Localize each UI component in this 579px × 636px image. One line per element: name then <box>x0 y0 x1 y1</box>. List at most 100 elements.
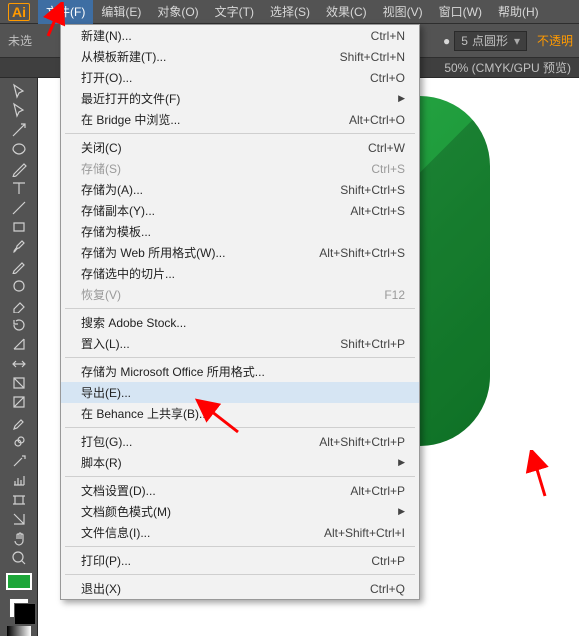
menu-item-shortcut: Alt+Shift+Ctrl+P <box>319 435 405 449</box>
menu-item-label: 新建(N)... <box>81 27 132 44</box>
menu-item-label: 退出(X) <box>81 580 121 597</box>
color-picker[interactable] <box>7 598 31 636</box>
menu-item-存储选中的切片[interactable]: 存储选中的切片... <box>61 263 419 284</box>
tool-artboard[interactable] <box>6 491 32 508</box>
menu-item-label: 存储选中的切片... <box>81 265 175 282</box>
tool-lasso[interactable] <box>6 140 32 157</box>
menu-帮助[interactable]: 帮助(H) <box>490 0 547 24</box>
zoom-status: 50% (CMYK/GPU 预览) <box>436 59 579 76</box>
tool-rotate[interactable] <box>6 316 32 333</box>
menu-item-从模板新建T[interactable]: 从模板新建(T)...Shift+Ctrl+N <box>61 46 419 67</box>
menu-item-shortcut: Ctrl+O <box>370 71 405 85</box>
tool-type[interactable] <box>6 179 32 196</box>
menu-item-label: 文档设置(D)... <box>81 482 156 499</box>
menu-item-存储为模板[interactable]: 存储为模板... <box>61 221 419 242</box>
menu-item-shortcut: Ctrl+P <box>371 554 405 568</box>
submenu-arrow-icon: ▶ <box>398 506 405 517</box>
menu-item-shortcut: Ctrl+N <box>371 29 405 43</box>
menu-item-label: 导出(E)... <box>81 384 131 401</box>
submenu-arrow-icon: ▶ <box>398 93 405 104</box>
menu-item-shortcut: Alt+Ctrl+S <box>350 204 405 218</box>
tool-brush[interactable] <box>6 238 32 255</box>
menu-item-label: 关闭(C) <box>81 139 122 156</box>
annotation-arrow-1 <box>40 2 70 42</box>
selection-label: 未选 <box>0 32 38 49</box>
menu-item-shortcut: Shift+Ctrl+P <box>340 337 405 351</box>
menu-对象[interactable]: 对象(O) <box>149 0 206 24</box>
menu-item-label: 恢复(V) <box>81 286 121 303</box>
menu-item-搜索AdobeStock[interactable]: 搜索 Adobe Stock... <box>61 312 419 333</box>
tool-blend[interactable] <box>6 433 32 450</box>
menu-item-label: 存储为 Microsoft Office 所用格式... <box>81 363 265 380</box>
menu-item-在Bridge中浏览[interactable]: 在 Bridge 中浏览...Alt+Ctrl+O <box>61 109 419 130</box>
annotation-arrow-3 <box>525 450 565 500</box>
tool-magic-wand[interactable] <box>6 121 32 138</box>
stroke-point-label: 点圆形 <box>472 32 508 49</box>
menu-item-存储为Web所用格式W[interactable]: 存储为 Web 所用格式(W)...Alt+Shift+Ctrl+S <box>61 242 419 263</box>
tool-symbol-sprayer[interactable] <box>6 452 32 469</box>
menu-item-label: 文件信息(I)... <box>81 524 150 541</box>
menu-item-文件信息I[interactable]: 文件信息(I)... Alt+Shift+Ctrl+I <box>61 522 419 543</box>
separator <box>65 133 415 134</box>
tool-blob[interactable] <box>6 277 32 294</box>
menu-item-恢复V: 恢复(V) F12 <box>61 284 419 305</box>
menu-效果[interactable]: 效果(C) <box>318 0 375 24</box>
tool-eraser[interactable] <box>6 296 32 313</box>
menu-item-存储为Microsoft[interactable]: 存储为 Microsoft Office 所用格式... <box>61 361 419 382</box>
menu-item-最近打开的文件F[interactable]: 最近打开的文件(F) ▶ <box>61 88 419 109</box>
tool-slice[interactable] <box>6 511 32 528</box>
tool-free-transform[interactable] <box>6 374 32 391</box>
menu-item-shortcut: Alt+Ctrl+O <box>349 113 405 127</box>
menu-item-关闭C[interactable]: 关闭(C)Ctrl+W <box>61 137 419 158</box>
tool-selection[interactable] <box>6 82 32 99</box>
menu-item-文档颜色模式M[interactable]: 文档颜色模式(M) ▶ <box>61 501 419 522</box>
menu-item-shortcut: Alt+Ctrl+P <box>350 484 405 498</box>
menu-item-label: 最近打开的文件(F) <box>81 90 180 107</box>
menu-item-label: 脚本(R) <box>81 454 122 471</box>
menu-视图[interactable]: 视图(V) <box>375 0 431 24</box>
menu-item-label: 存储为 Web 所用格式(W)... <box>81 244 225 261</box>
logo-box: Ai <box>8 3 30 21</box>
menu-item-新建N[interactable]: 新建(N)... Ctrl+N <box>61 25 419 46</box>
chevron-down-icon: ▾ <box>514 34 520 48</box>
menubar: Ai 文件(F)编辑(E)对象(O)文字(T)选择(S)效果(C)视图(V)窗口… <box>0 0 579 24</box>
tool-gradient[interactable] <box>6 394 32 411</box>
separator <box>65 308 415 309</box>
tools-panel <box>0 78 38 636</box>
stroke-point-field[interactable]: 5 点圆形 ▾ <box>454 31 527 51</box>
menu-item-shortcut: F12 <box>384 288 405 302</box>
menu-item-置入L[interactable]: 置入(L)... Shift+Ctrl+P <box>61 333 419 354</box>
tool-direct-select[interactable] <box>6 101 32 118</box>
stroke-point-value: 5 <box>461 34 468 48</box>
menu-item-存储为A[interactable]: 存储为(A)...Shift+Ctrl+S <box>61 179 419 200</box>
opacity-label[interactable]: 不透明 <box>531 32 579 49</box>
menu-item-打开O[interactable]: 打开(O)...Ctrl+O <box>61 67 419 88</box>
file-menu-dropdown: 新建(N)... Ctrl+N 从模板新建(T)...Shift+Ctrl+N打开(… <box>60 24 420 600</box>
menu-item-存储副本Y[interactable]: 存储副本(Y)... Alt+Ctrl+S <box>61 200 419 221</box>
tool-pen[interactable] <box>6 160 32 177</box>
menu-item-shortcut: Shift+Ctrl+N <box>340 50 405 64</box>
menu-选择[interactable]: 选择(S) <box>262 0 318 24</box>
tool-eyedropper[interactable] <box>6 413 32 430</box>
menu-文字[interactable]: 文字(T) <box>207 0 262 24</box>
menu-item-文档设置D[interactable]: 文档设置(D)... Alt+Ctrl+P <box>61 480 419 501</box>
menu-窗口[interactable]: 窗口(W) <box>431 0 490 24</box>
menu-item-label: 文档颜色模式(M) <box>81 503 171 520</box>
menu-item-shortcut: Alt+Shift+Ctrl+I <box>324 526 405 540</box>
menu-item-退出X[interactable]: 退出(X)Ctrl+Q <box>61 578 419 599</box>
tool-pencil[interactable] <box>6 257 32 274</box>
tool-line[interactable] <box>6 199 32 216</box>
tool-graph[interactable] <box>6 472 32 489</box>
tool-hand[interactable] <box>6 530 32 547</box>
menu-item-脚本R[interactable]: 脚本(R)▶ <box>61 452 419 473</box>
tool-width[interactable] <box>6 355 32 372</box>
menu-item-打印P[interactable]: 打印(P)...Ctrl+P <box>61 550 419 571</box>
tool-rectangle[interactable] <box>6 218 32 235</box>
fill-swatch[interactable] <box>6 573 32 590</box>
menu-item-label: 置入(L)... <box>81 335 130 352</box>
menu-item-label: 存储副本(Y)... <box>81 202 155 219</box>
app-logo: Ai <box>0 3 38 21</box>
tool-scale[interactable] <box>6 335 32 352</box>
tool-zoom[interactable] <box>6 550 32 567</box>
menu-编辑[interactable]: 编辑(E) <box>93 0 149 24</box>
